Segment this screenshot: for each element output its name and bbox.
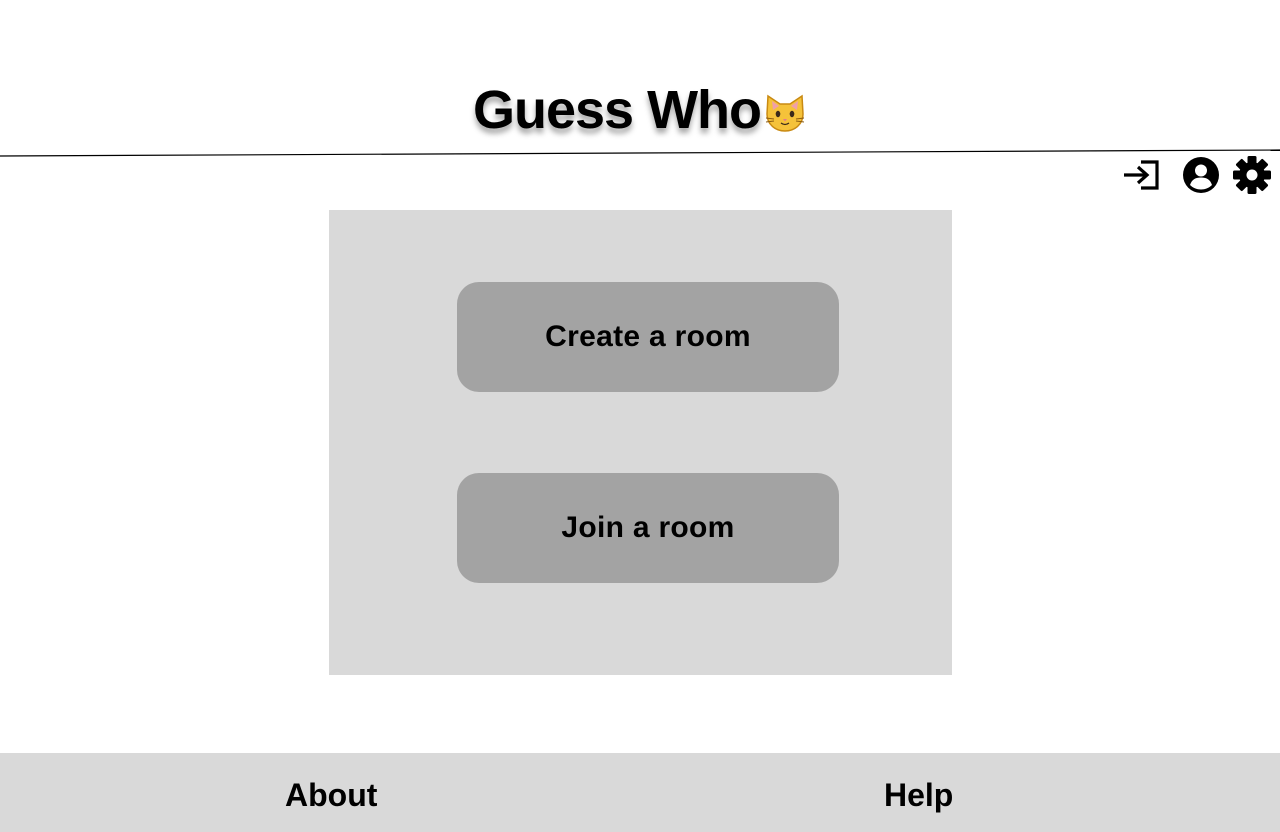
cat-face-icon (763, 84, 807, 148)
footer-help-link[interactable]: Help (884, 777, 953, 813)
room-panel: Create a room Join a room (329, 210, 952, 675)
page-title-text: Guess Who (472, 80, 762, 140)
home-page: Guess Who Create a room Join a room Abou… (0, 0, 1280, 832)
create-room-label: Create a room (545, 320, 751, 353)
header-toolbar (1122, 155, 1272, 195)
footer: About Help (0, 753, 1280, 832)
settings-icon[interactable] (1232, 155, 1272, 195)
join-room-label: Join a room (561, 511, 735, 544)
account-icon[interactable] (1182, 156, 1220, 194)
create-room-button[interactable]: Create a room (457, 282, 839, 392)
page-title: Guess Who (0, 78, 1280, 148)
join-room-button[interactable]: Join a room (457, 473, 839, 583)
login-icon[interactable] (1122, 157, 1162, 193)
footer-about-link[interactable]: About (285, 777, 377, 813)
